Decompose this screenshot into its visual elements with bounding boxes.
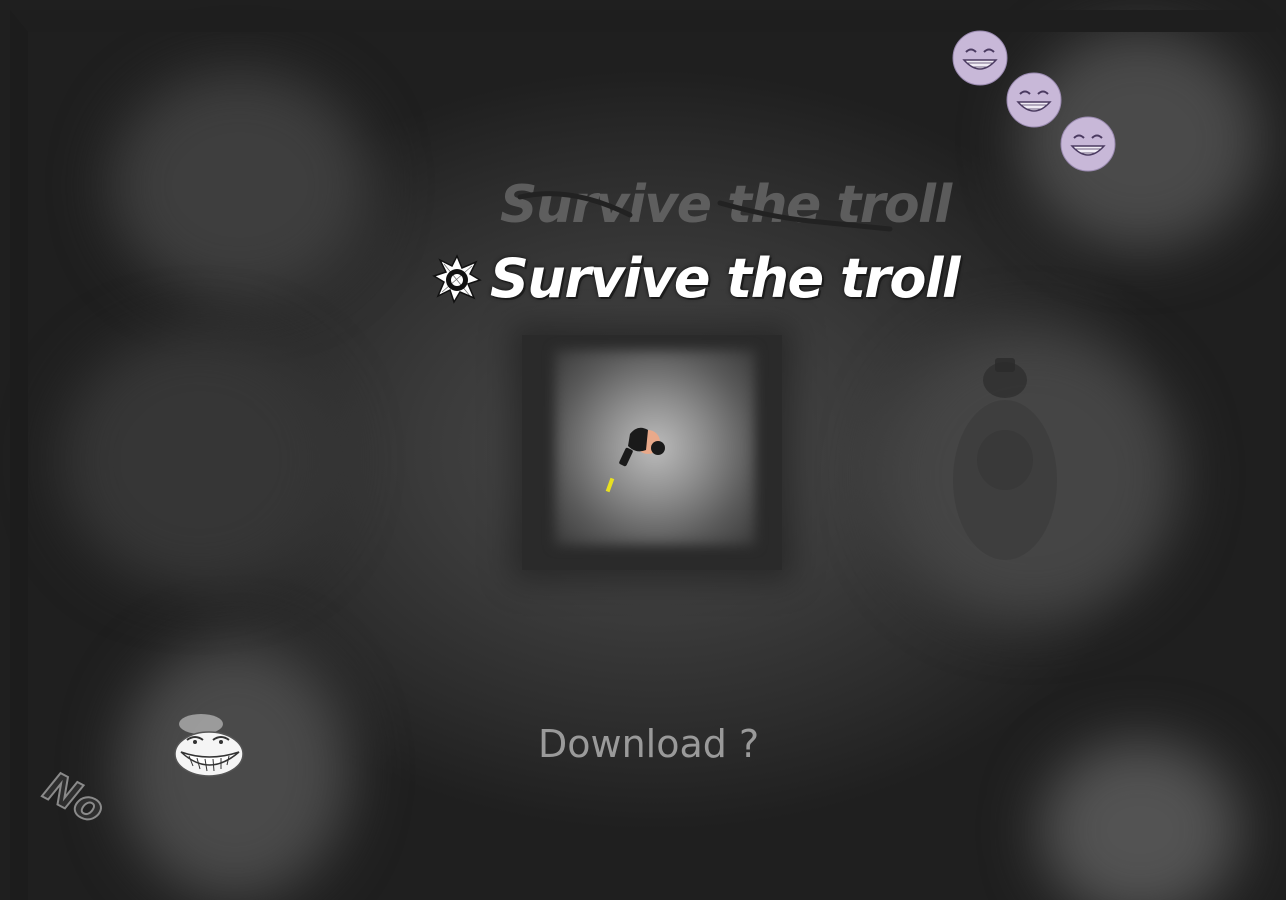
- troll-face-enemy: [174, 714, 244, 777]
- game-scene: Survive the troll Survive the troll Down…: [0, 0, 1286, 900]
- life-face-icon-2: [1006, 72, 1062, 128]
- life-face-icon-3: [1060, 116, 1116, 172]
- player-character: [605, 427, 665, 493]
- download-button[interactable]: Download ?: [538, 722, 759, 766]
- life-face-icon-1: [952, 30, 1008, 86]
- current-objective: Survive the troll: [490, 247, 961, 310]
- shadow-figure: [953, 358, 1057, 560]
- strikethrough-scribble: [517, 191, 893, 232]
- bullet-hole-icon: [432, 254, 482, 304]
- previous-objective: Survive the troll: [500, 175, 952, 235]
